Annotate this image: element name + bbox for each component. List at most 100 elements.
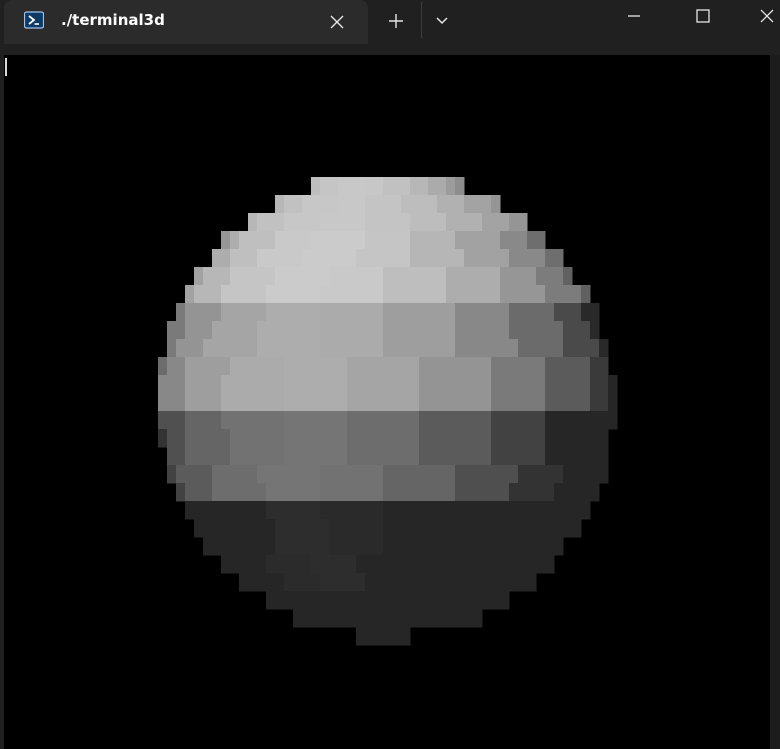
sphere-cell bbox=[428, 195, 438, 214]
sphere-cell bbox=[185, 429, 195, 448]
sphere-cell bbox=[455, 231, 465, 250]
sphere-cell bbox=[302, 537, 312, 556]
sphere-cell bbox=[293, 501, 303, 520]
tab-title: ./terminal3d bbox=[61, 11, 165, 29]
sphere-cell bbox=[581, 483, 591, 502]
sphere-cell bbox=[383, 573, 393, 592]
sphere-cell bbox=[509, 303, 519, 322]
sphere-cell bbox=[410, 447, 420, 466]
sphere-cell bbox=[419, 393, 429, 412]
sphere-cell bbox=[266, 447, 276, 466]
sphere-cell bbox=[536, 537, 546, 556]
sphere-cell bbox=[500, 303, 510, 322]
sphere-cell bbox=[482, 285, 492, 304]
sphere-cell bbox=[347, 447, 357, 466]
sphere-cell bbox=[401, 177, 411, 196]
sphere-cell bbox=[257, 447, 267, 466]
terminal-window: ./terminal3d bbox=[0, 0, 780, 749]
sphere-cell bbox=[554, 393, 564, 412]
sphere-cell bbox=[257, 303, 267, 322]
maximize-button[interactable] bbox=[680, 0, 726, 32]
sphere-cell bbox=[374, 591, 384, 610]
sphere-cell bbox=[365, 393, 375, 412]
sphere-cell bbox=[176, 375, 186, 394]
sphere-cell bbox=[581, 447, 591, 466]
sphere-cell bbox=[410, 465, 420, 484]
sphere-cell bbox=[410, 267, 420, 286]
sphere-cell bbox=[518, 393, 528, 412]
sphere-cell bbox=[257, 465, 267, 484]
sphere-cell bbox=[158, 357, 168, 376]
sphere-cell bbox=[410, 213, 420, 232]
new-tab-button[interactable] bbox=[378, 5, 414, 37]
minimize-button[interactable] bbox=[611, 0, 657, 32]
sphere-cell bbox=[374, 195, 384, 214]
sphere-cell bbox=[455, 393, 465, 412]
sphere-cell bbox=[527, 483, 537, 502]
title-bar[interactable]: ./terminal3d bbox=[0, 0, 780, 44]
sphere-cell bbox=[320, 177, 330, 196]
sphere-cell bbox=[302, 249, 312, 268]
sphere-cells bbox=[158, 177, 618, 646]
sphere-cell bbox=[293, 483, 303, 502]
sphere-cell bbox=[194, 447, 204, 466]
sphere-cell bbox=[473, 393, 483, 412]
sphere-cell bbox=[464, 573, 474, 592]
sphere-cell bbox=[230, 321, 240, 340]
sphere-cell bbox=[554, 375, 564, 394]
sphere-cell bbox=[221, 393, 231, 412]
tab-dropdown-button[interactable] bbox=[426, 5, 458, 37]
sphere-cell bbox=[248, 411, 258, 430]
sphere-cell bbox=[599, 375, 609, 394]
sphere-cell bbox=[473, 591, 483, 610]
sphere-cell bbox=[230, 267, 240, 286]
sphere-cell bbox=[473, 249, 483, 268]
sphere-cell bbox=[455, 411, 465, 430]
sphere-cell bbox=[374, 519, 384, 538]
sphere-cell bbox=[491, 573, 501, 592]
sphere-cell bbox=[338, 375, 348, 394]
sphere-cell bbox=[239, 375, 249, 394]
sphere-cell bbox=[392, 411, 402, 430]
sphere-cell bbox=[455, 213, 465, 232]
sphere-cell bbox=[509, 411, 519, 430]
sphere-cell bbox=[356, 231, 366, 250]
sphere-cell bbox=[590, 357, 600, 376]
sphere-cell bbox=[302, 411, 312, 430]
sphere-cell bbox=[464, 501, 474, 520]
sphere-cell bbox=[257, 321, 267, 340]
sphere-cell bbox=[572, 519, 582, 538]
sphere-cell bbox=[554, 339, 564, 358]
sphere-cell bbox=[320, 267, 330, 286]
sphere-cell bbox=[428, 231, 438, 250]
sphere-cell bbox=[275, 555, 285, 574]
close-tab-button[interactable] bbox=[324, 9, 350, 35]
sphere-cell bbox=[365, 267, 375, 286]
sphere-cell bbox=[473, 519, 483, 538]
sphere-cell bbox=[320, 339, 330, 358]
sphere-cell bbox=[356, 591, 366, 610]
sphere-cell bbox=[500, 375, 510, 394]
sphere-cell bbox=[572, 321, 582, 340]
sphere-cell bbox=[419, 411, 429, 430]
sphere-cell bbox=[419, 519, 429, 538]
sphere-cell bbox=[239, 447, 249, 466]
sphere-cell bbox=[338, 285, 348, 304]
close-window-button[interactable] bbox=[744, 0, 780, 32]
sphere-cell bbox=[518, 249, 528, 268]
sphere-cell bbox=[455, 249, 465, 268]
sphere-cell bbox=[482, 519, 492, 538]
sphere-cell bbox=[563, 321, 573, 340]
sphere-cell bbox=[311, 213, 321, 232]
tab-terminal3d[interactable]: ./terminal3d bbox=[4, 0, 368, 44]
sphere-cell bbox=[311, 519, 321, 538]
sphere-cell bbox=[419, 609, 429, 628]
scrollbar[interactable] bbox=[770, 55, 780, 749]
sphere-cell bbox=[185, 285, 195, 304]
sphere-cell bbox=[338, 555, 348, 574]
sphere-cell bbox=[410, 231, 420, 250]
sphere-cell bbox=[203, 321, 213, 340]
sphere-cell bbox=[473, 195, 483, 214]
sphere-cell bbox=[248, 321, 258, 340]
terminal-output[interactable] bbox=[4, 55, 770, 749]
